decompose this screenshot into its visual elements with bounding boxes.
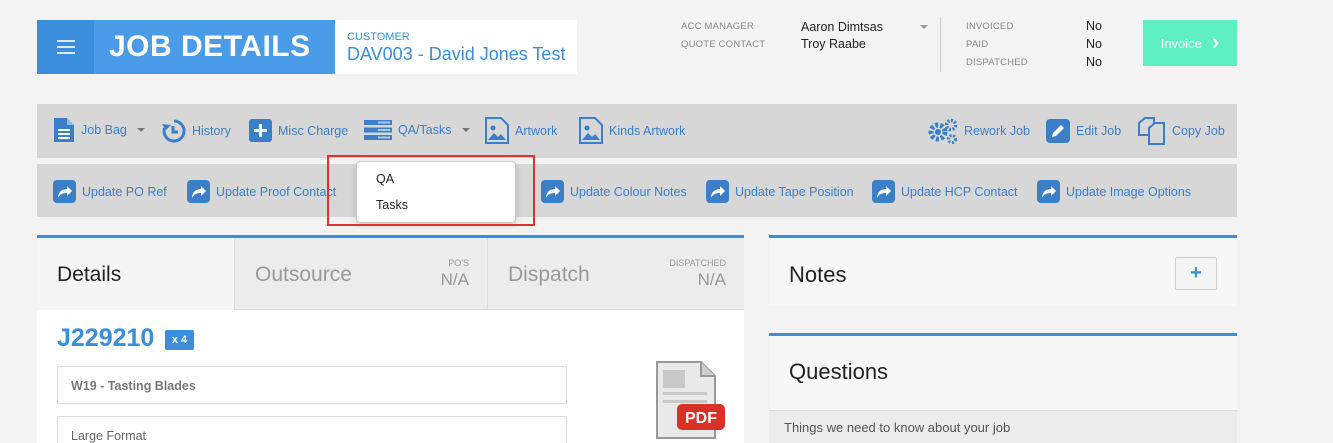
edit-job-label: Edit Job [1076,124,1122,138]
questions-panel: Questions Things we need to know about y… [769,333,1237,443]
copy-job-label: Copy Job [1172,124,1225,138]
update-tape-position-button[interactable]: Update Tape Position [706,180,854,203]
qa-tasks-dropdown-menu: QA Tasks [356,161,516,223]
update-tape-position-label: Update Tape Position [735,184,854,199]
share-arrow-icon [1037,180,1060,203]
share-arrow-icon [187,180,210,203]
job-number: J229210 [57,324,155,352]
customer-box: CUSTOMER DAV003 - David Jones Test [335,20,577,74]
caret-down-icon [461,128,470,132]
artwork-button[interactable]: Artwork [485,117,557,144]
share-arrow-icon [872,180,895,203]
update-image-options-label: Update Image Options [1066,184,1192,199]
kinds-artwork-label: Kinds Artwork [609,123,686,138]
job-actions-toolbar: Job Bag History Misc Charge QA/Tasks Art… [37,104,1237,158]
document-icon [54,118,74,142]
update-hcp-contact-label: Update HCP Contact [901,184,1018,199]
share-arrow-icon [706,180,729,203]
rework-job-label: Rework Job [964,124,1030,138]
update-image-options-button[interactable]: Update Image Options [1037,180,1191,203]
tab-dispatch-label: Dispatch [508,263,590,286]
customer-label: CUSTOMER [347,31,410,43]
quote-contact-value: Troy Raabe [801,37,866,51]
customer-value[interactable]: DAV003 - David Jones Test [347,44,577,65]
artwork-label: Artwork [515,123,558,138]
menu-button[interactable] [37,20,94,74]
pos-value: N/A [440,270,469,289]
tab-dispatch[interactable]: Dispatch DISPATCHED N/A [488,238,744,310]
copy-job-button[interactable]: Copy Job [1138,117,1225,145]
job-bag-button[interactable]: Job Bag [53,117,145,143]
questions-title: Questions [789,359,889,384]
history-label: History [192,124,231,138]
invoice-button[interactable]: Invoice › [1143,20,1237,66]
page-title: JOB DETAILS [109,30,311,63]
dispatched-tab-value: N/A [697,270,726,289]
tasks-list-icon [364,120,392,140]
format-field[interactable]: Large Format [57,416,567,443]
update-colour-notes-label: Update Colour Notes [570,184,687,199]
menu-item-tasks[interactable]: Tasks [357,197,515,223]
questions-subtitle: Things we need to know about your job [769,410,1237,443]
update-proof-contact-label: Update Proof Contact [216,184,337,199]
quantity-badge: x 4 [165,330,194,350]
acc-manager-label: ACC MANAGER [681,21,754,32]
image-file-icon [485,117,509,144]
edit-job-button[interactable]: Edit Job [1046,119,1121,143]
paid-label: PAID [966,39,989,50]
share-arrow-icon [53,180,76,203]
kinds-artwork-button[interactable]: Kinds Artwork [579,117,685,144]
history-icon [162,119,186,143]
acc-manager-value[interactable]: Aaron Dimtsas [801,20,883,34]
caret-down-icon [136,128,145,132]
dispatched-tab-label: DISPATCHED [669,258,726,268]
details-panel: Details Outsource PO'S N/A Dispatch DISP… [37,235,744,443]
dispatched-value: No [1086,55,1102,69]
page-title-box: JOB DETAILS [94,20,335,74]
job-bag-label: Job Bag [81,123,127,137]
copy-icon [1138,117,1165,145]
gears-icon [928,118,958,144]
menu-item-qa[interactable]: QA [357,171,515,197]
acc-manager-dropdown-icon[interactable] [920,25,928,29]
pdf-label: PDF [685,410,717,427]
chevron-right-icon: › [1211,29,1220,54]
notes-title: Notes [789,262,847,287]
history-button[interactable]: History [162,119,231,143]
details-tabs: Details Outsource PO'S N/A Dispatch DISP… [37,238,744,310]
hamburger-icon [56,40,75,54]
update-proof-contact-button[interactable]: Update Proof Contact [187,180,336,203]
notes-panel: Notes + [769,235,1237,306]
share-arrow-icon [541,180,564,203]
tab-outsource[interactable]: Outsource PO'S N/A [235,238,488,310]
pdf-download-icon[interactable]: PDF [655,360,727,443]
image-file-icon [579,117,603,144]
invoiced-label: INVOICED [966,21,1014,32]
invoice-button-label: Invoice [1160,35,1202,51]
misc-charge-button[interactable]: Misc Charge [249,119,348,142]
update-po-ref-label: Update PO Ref [82,184,167,199]
qa-tasks-label: QA/Tasks [398,123,452,137]
tab-details[interactable]: Details [37,238,235,310]
pos-label: PO'S [448,258,469,268]
qa-tasks-button[interactable]: QA/Tasks [364,120,470,140]
add-note-button[interactable]: + [1175,257,1217,290]
update-po-ref-button[interactable]: Update PO Ref [53,180,167,203]
dispatched-label: DISPATCHED [966,57,1028,68]
tab-outsource-label: Outsource [255,263,352,286]
misc-charge-label: Misc Charge [278,123,349,138]
paid-value: No [1086,37,1102,51]
update-actions-toolbar: Update PO Ref Update Proof Contact Updat… [37,164,1237,217]
quote-contact-label: QUOTE CONTACT [681,39,766,50]
update-colour-notes-button[interactable]: Update Colour Notes [541,180,687,203]
job-name-field[interactable]: W19 - Tasting Blades [57,366,567,404]
update-hcp-contact-button[interactable]: Update HCP Contact [872,180,1018,203]
plus-square-icon [249,119,272,142]
rework-job-button[interactable]: Rework Job [927,118,1030,144]
tab-details-label: Details [57,263,122,286]
edit-icon [1046,119,1070,143]
header-divider [940,17,941,72]
invoiced-value: No [1086,19,1102,33]
